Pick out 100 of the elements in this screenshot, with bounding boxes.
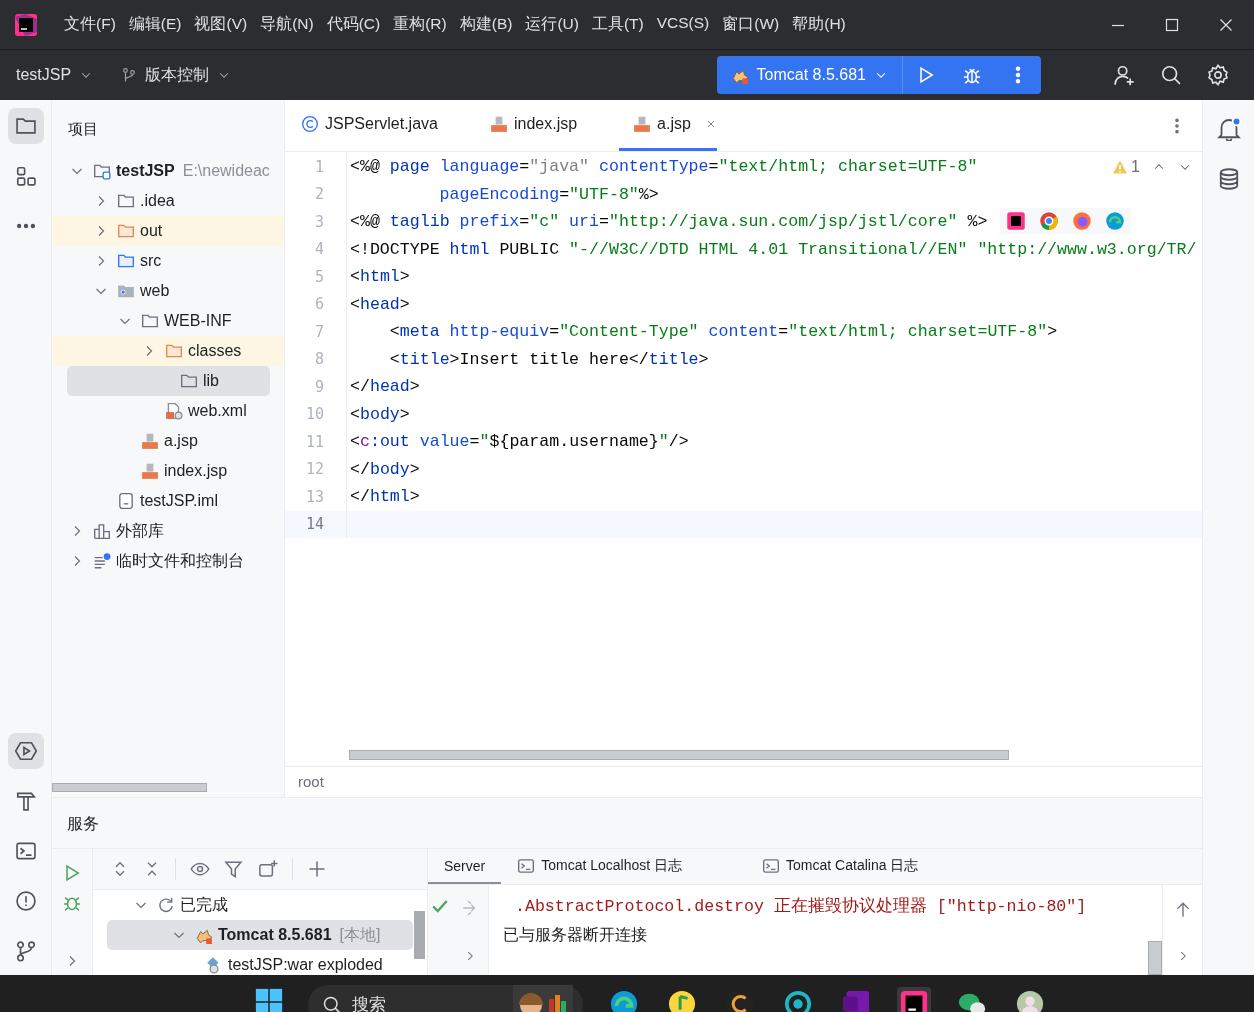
path-label: E:\newideac [182,162,270,180]
tree-item[interactable]: testJSP.iml [52,486,284,516]
code-line: <%@ page language="java" contentType="text/html; charset=UTF-8" [349,157,978,177]
breadcrumb[interactable]: root [285,766,1202,797]
folder-icon [141,312,159,330]
menu-item[interactable]: 代码(C) [326,14,381,35]
scrollbar-thumb[interactable] [52,783,207,792]
refresh-icon [157,896,175,914]
scratch-file-icon [93,552,111,570]
maximize-icon[interactable] [1164,16,1180,33]
file-tab[interactable]: index.jsp [489,100,604,151]
log-line: 已与服务器断开连接 [503,925,648,945]
folder-icon [117,252,135,270]
menu-item[interactable]: 构建(B) [459,14,513,35]
tree-item[interactable]: testJSP E:\newideac [52,156,284,186]
file-tab[interactable]: a.jsp [619,100,717,151]
code-line: </body> [349,459,420,479]
tree-item[interactable]: web.xml [52,396,284,426]
add-user-icon[interactable] [1113,64,1135,86]
warning-count[interactable]: 1 [1112,158,1140,176]
tree-item[interactable]: web [52,276,284,306]
folder-icon [180,372,198,390]
folder-icon [93,162,111,180]
browser-icon[interactable] [1006,211,1026,231]
add-icon[interactable] [307,859,327,879]
menu-item[interactable]: 窗口(W) [722,14,780,35]
terminal-icon [517,856,536,875]
menu-item[interactable]: 编辑(E) [128,14,182,35]
filter-icon[interactable] [224,859,244,879]
settings-icon[interactable] [1207,64,1229,86]
menu-item[interactable]: 运行(U) [525,14,579,35]
search-icon[interactable] [1160,64,1182,86]
vcs-selector[interactable]: 版本控制 [121,64,232,86]
folder-icon [117,222,135,240]
windows-logo-icon[interactable] [254,987,284,1012]
code-line: </html> [349,487,420,507]
ide-app-icon[interactable] [899,989,929,1012]
scrollbar-thumb[interactable] [1148,941,1162,975]
menu-item[interactable]: VCS(S) [656,14,710,35]
tree-item[interactable]: out [52,216,284,246]
scrollbar-thumb[interactable] [414,911,425,959]
library-icon [93,522,111,540]
folder-icon [165,342,183,360]
terminal-icon [762,856,781,875]
code-line: <title>Insert title here</title> [388,349,709,369]
code-line: </head> [349,377,420,397]
log-tab[interactable]: Tomcat Catalina 日志 [746,849,935,884]
module-file-icon [117,492,135,510]
code-line: <body> [349,404,410,424]
tree-item[interactable]: lib [67,366,270,396]
folder-icon [117,192,135,210]
tree-item[interactable]: a.jsp [52,426,284,456]
code-line: pageEncoding="UTF-8"%> [438,184,659,204]
tree-item[interactable]: 外部库 [52,516,284,546]
scrollbar-thumb[interactable] [349,750,1009,760]
code-line: <html> [349,267,410,287]
code-line: <!DOCTYPE html PUBLIC "-//W3C//DTD HTML 4.01 Transitional//EN" "http://www.w3.org/TR/ [349,239,1197,259]
jsp-file-icon [141,462,159,480]
tree-item[interactable]: 临时文件和控制台 [52,546,284,576]
warning-icon [1112,159,1129,175]
file-tab[interactable]: JSPServlet.java [301,100,464,151]
folder-icon [117,282,135,300]
xml-file-icon [165,402,183,420]
location-label: [本地] [339,924,381,945]
tree-item[interactable]: src [52,246,284,276]
tree-item[interactable]: index.jsp [52,456,284,486]
jsp-file-icon [633,115,652,133]
close-icon[interactable] [1218,16,1234,33]
jsp-file-icon [141,432,159,450]
project-selector[interactable]: testJSP [16,66,94,84]
tree-item[interactable]: .idea [52,186,284,216]
music-app-icon[interactable] [667,989,697,1012]
tree-item[interactable]: 已完成 [93,890,427,920]
code-line: <%@ taglib prefix="c" uri="http://java.sun.com/jsp/jstl/core" %> [349,212,988,232]
menu-item[interactable]: 文件(F) [64,14,116,35]
code-line: <head> [349,294,410,314]
log-tab[interactable]: Tomcat Localhost 日志 [501,849,699,884]
folder-icon[interactable] [7,108,44,144]
tree-item[interactable]: testJSP:war exploded [93,950,427,975]
new-tab-icon[interactable] [258,859,278,879]
menu-item[interactable]: 帮助(H) [792,14,846,35]
browser-icon[interactable] [609,989,639,1012]
tree-item[interactable]: classes [52,336,284,366]
class-icon [301,115,319,133]
menu-item[interactable]: 视图(V) [194,14,248,35]
timer-app-icon[interactable] [783,989,813,1012]
menu-item[interactable]: 工具(T) [591,14,644,35]
code-line: <c:out value="${param.username}"/> [349,432,689,452]
services-icon[interactable] [7,733,44,769]
app-logo-icon[interactable] [14,12,38,37]
search-icon [322,995,342,1012]
tree-item[interactable]: WEB-INF [52,306,284,336]
jsp-file-icon [489,115,508,133]
menu-item[interactable]: 导航(N) [260,14,314,35]
avatar-icon[interactable] [1015,989,1045,1012]
panel-title: 项目 [67,119,99,139]
log-line: .AbstractProtocol.destroy 正在摧毁协议处理器 ["http-nio-80"] [514,897,1088,918]
branch-icon [121,67,138,83]
menu-item[interactable]: 重构(R) [393,14,447,35]
tree-item[interactable]: Tomcat 8.5.681 [本地] [107,920,413,950]
